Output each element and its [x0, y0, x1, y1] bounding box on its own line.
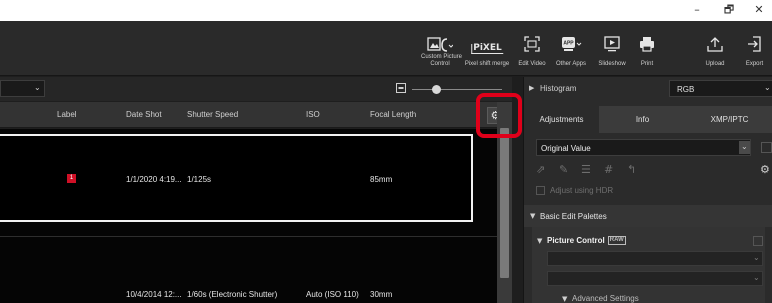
label-badge: 1 [67, 174, 76, 183]
pipette-icon: ⇗ [536, 163, 546, 176]
maximize-button[interactable]: 🗗 [716, 0, 742, 21]
pixel-shift-merge-label: Pixel shift merge [464, 61, 510, 67]
row2-date-shot: 10/4/2014 12:... [126, 290, 182, 299]
other-apps-label: Other Apps [555, 61, 587, 67]
histogram-channel-value: RGB [677, 85, 695, 94]
picture-control-label: Picture Control [547, 236, 605, 245]
app-window: – 🗗 ✕ Custom Picture Control PiXEL Pixel… [0, 0, 772, 303]
print-button[interactable]: Print [631, 21, 663, 76]
table-header: Label Date Shot Shutter Speed ISO Focal … [0, 102, 512, 128]
chevron-down-icon: ⌄ [753, 273, 760, 282]
raw-badge: RAW [607, 236, 626, 246]
chevron-down-icon: ⌄ [34, 83, 41, 92]
row2-shutter-speed: 1/60s (Electronic Shutter) [187, 290, 278, 299]
collapse-arrow-icon: ▼ [562, 295, 568, 303]
view-bar: ⌄ [0, 77, 512, 101]
preset-dropdown-button[interactable]: ⌄ [739, 141, 750, 154]
svg-text:APP: APP [563, 41, 574, 47]
picture-control-select-1[interactable]: ⌄ [547, 251, 763, 266]
list-view-icon[interactable] [396, 83, 406, 93]
straighten-icon: ↰ [627, 163, 637, 176]
print-label: Print [640, 61, 654, 67]
collapse-arrow-icon: ▼ [537, 237, 543, 245]
custom-picture-control-button[interactable]: Custom Picture Control [421, 21, 463, 76]
row1-focal-length: 85mm [370, 175, 393, 184]
crop-icon: # [604, 163, 614, 176]
column-shutter-speed[interactable]: Shutter Speed [187, 110, 238, 119]
main-toolbar: Custom Picture Control PiXEL Pixel shift… [0, 21, 772, 76]
column-date-shot[interactable]: Date Shot [126, 110, 162, 119]
export-label: Export [745, 61, 764, 67]
close-button[interactable]: ✕ [746, 0, 772, 21]
custom-picture-control-label: Custom Picture Control [421, 54, 463, 68]
hdr-label: Adjust using HDR [550, 186, 614, 195]
pixel-logo-text: PiXEL [471, 43, 503, 54]
upload-button[interactable]: Upload [697, 21, 733, 76]
column-label[interactable]: Label [57, 110, 77, 119]
advanced-settings-label[interactable]: Advanced Settings [572, 294, 639, 303]
edit-video-label: Edit Video [518, 61, 546, 67]
tab-info[interactable]: Info [610, 106, 675, 133]
upload-icon [707, 37, 723, 52]
expand-arrow-icon: ▶ [529, 84, 535, 92]
basic-edit-palettes-label: Basic Edit Palettes [540, 212, 607, 221]
cpc-label-line1: Custom Picture [421, 54, 463, 60]
picture-control-title[interactable]: Picture Control RAW [547, 236, 626, 246]
row1-shutter-speed: 1/125s [187, 175, 212, 184]
list-icon: ☰ [581, 163, 591, 176]
export-icon [747, 36, 761, 52]
chevron-down-icon: ⌄ [753, 253, 760, 262]
preset-select[interactable]: Original Value ⌄ [536, 139, 751, 156]
tab-adjustments[interactable]: Adjustments [524, 106, 599, 133]
minimize-button[interactable]: – [684, 0, 710, 21]
gear-highlight-annotation [476, 93, 522, 138]
brush-icon: ✎ [559, 163, 569, 176]
histogram-header[interactable]: ▶ Histogram RGB ⌄ [524, 77, 772, 101]
filter-dropdown[interactable]: ⌄ [0, 80, 45, 97]
picture-control-checkbox[interactable] [753, 236, 763, 246]
export-button[interactable]: Export [737, 21, 772, 76]
title-bar: – 🗗 ✕ [0, 0, 772, 21]
histogram-channel-select[interactable]: RGB ⌄ [669, 80, 772, 97]
row1-date-shot: 1/1/2020 4:19... [126, 175, 182, 184]
upload-label: Upload [705, 61, 725, 67]
picture-control-section: ▼ Picture Control RAW ⌄ ⌄ ▼ Advanced Sett… [532, 227, 765, 303]
file-list: 1 1/1/2020 4:19... 1/125s 85mm 10/4/2014… [0, 129, 497, 303]
custom-picture-control-icon [427, 37, 453, 52]
chevron-down-icon: ⌄ [741, 142, 748, 151]
slideshow-button[interactable]: Slideshow [593, 21, 631, 76]
scrollbar-thumb[interactable] [500, 128, 509, 278]
slideshow-icon [604, 36, 620, 52]
slideshow-label: Slideshow [598, 61, 626, 67]
edit-video-icon [524, 36, 540, 52]
picture-control-select-2[interactable]: ⌄ [547, 271, 763, 286]
edit-video-button[interactable]: Edit Video [515, 21, 549, 76]
collapse-arrow-icon: ▼ [530, 212, 536, 220]
pixel-shift-icon: PiXEL [471, 37, 503, 55]
other-apps-button[interactable]: APP Other Apps [549, 21, 593, 76]
row2-iso: Auto (ISO 110) [306, 290, 359, 299]
cpc-label-line2: Control [430, 61, 450, 67]
preset-value: Original Value [541, 144, 591, 153]
hdr-checkbox[interactable] [536, 186, 545, 195]
pixel-shift-merge-button[interactable]: PiXEL Pixel shift merge [459, 21, 515, 76]
column-iso[interactable]: ISO [306, 110, 320, 119]
tab-xmp-iptc[interactable]: XMP/IPTC [686, 106, 772, 133]
chevron-down-icon: ⌄ [764, 83, 771, 92]
preset-checkbox[interactable] [761, 142, 772, 153]
print-icon [640, 37, 654, 52]
panel-tabs: Adjustments Info XMP/IPTC [524, 106, 772, 133]
column-focal-length[interactable]: Focal Length [370, 110, 416, 119]
thumbnail-size-slider[interactable] [412, 89, 502, 90]
slider-handle[interactable] [432, 85, 441, 94]
adjustments-panel: ▶ Histogram RGB ⌄ Adjustments Info XMP/I… [523, 77, 772, 303]
gear-icon[interactable]: ⚙ [760, 163, 770, 176]
basic-edit-palettes-header[interactable]: ▼ Basic Edit Palettes [524, 205, 772, 227]
histogram-label: Histogram [540, 84, 577, 93]
row2-focal-length: 30mm [370, 290, 393, 299]
other-apps-icon: APP [562, 37, 582, 51]
